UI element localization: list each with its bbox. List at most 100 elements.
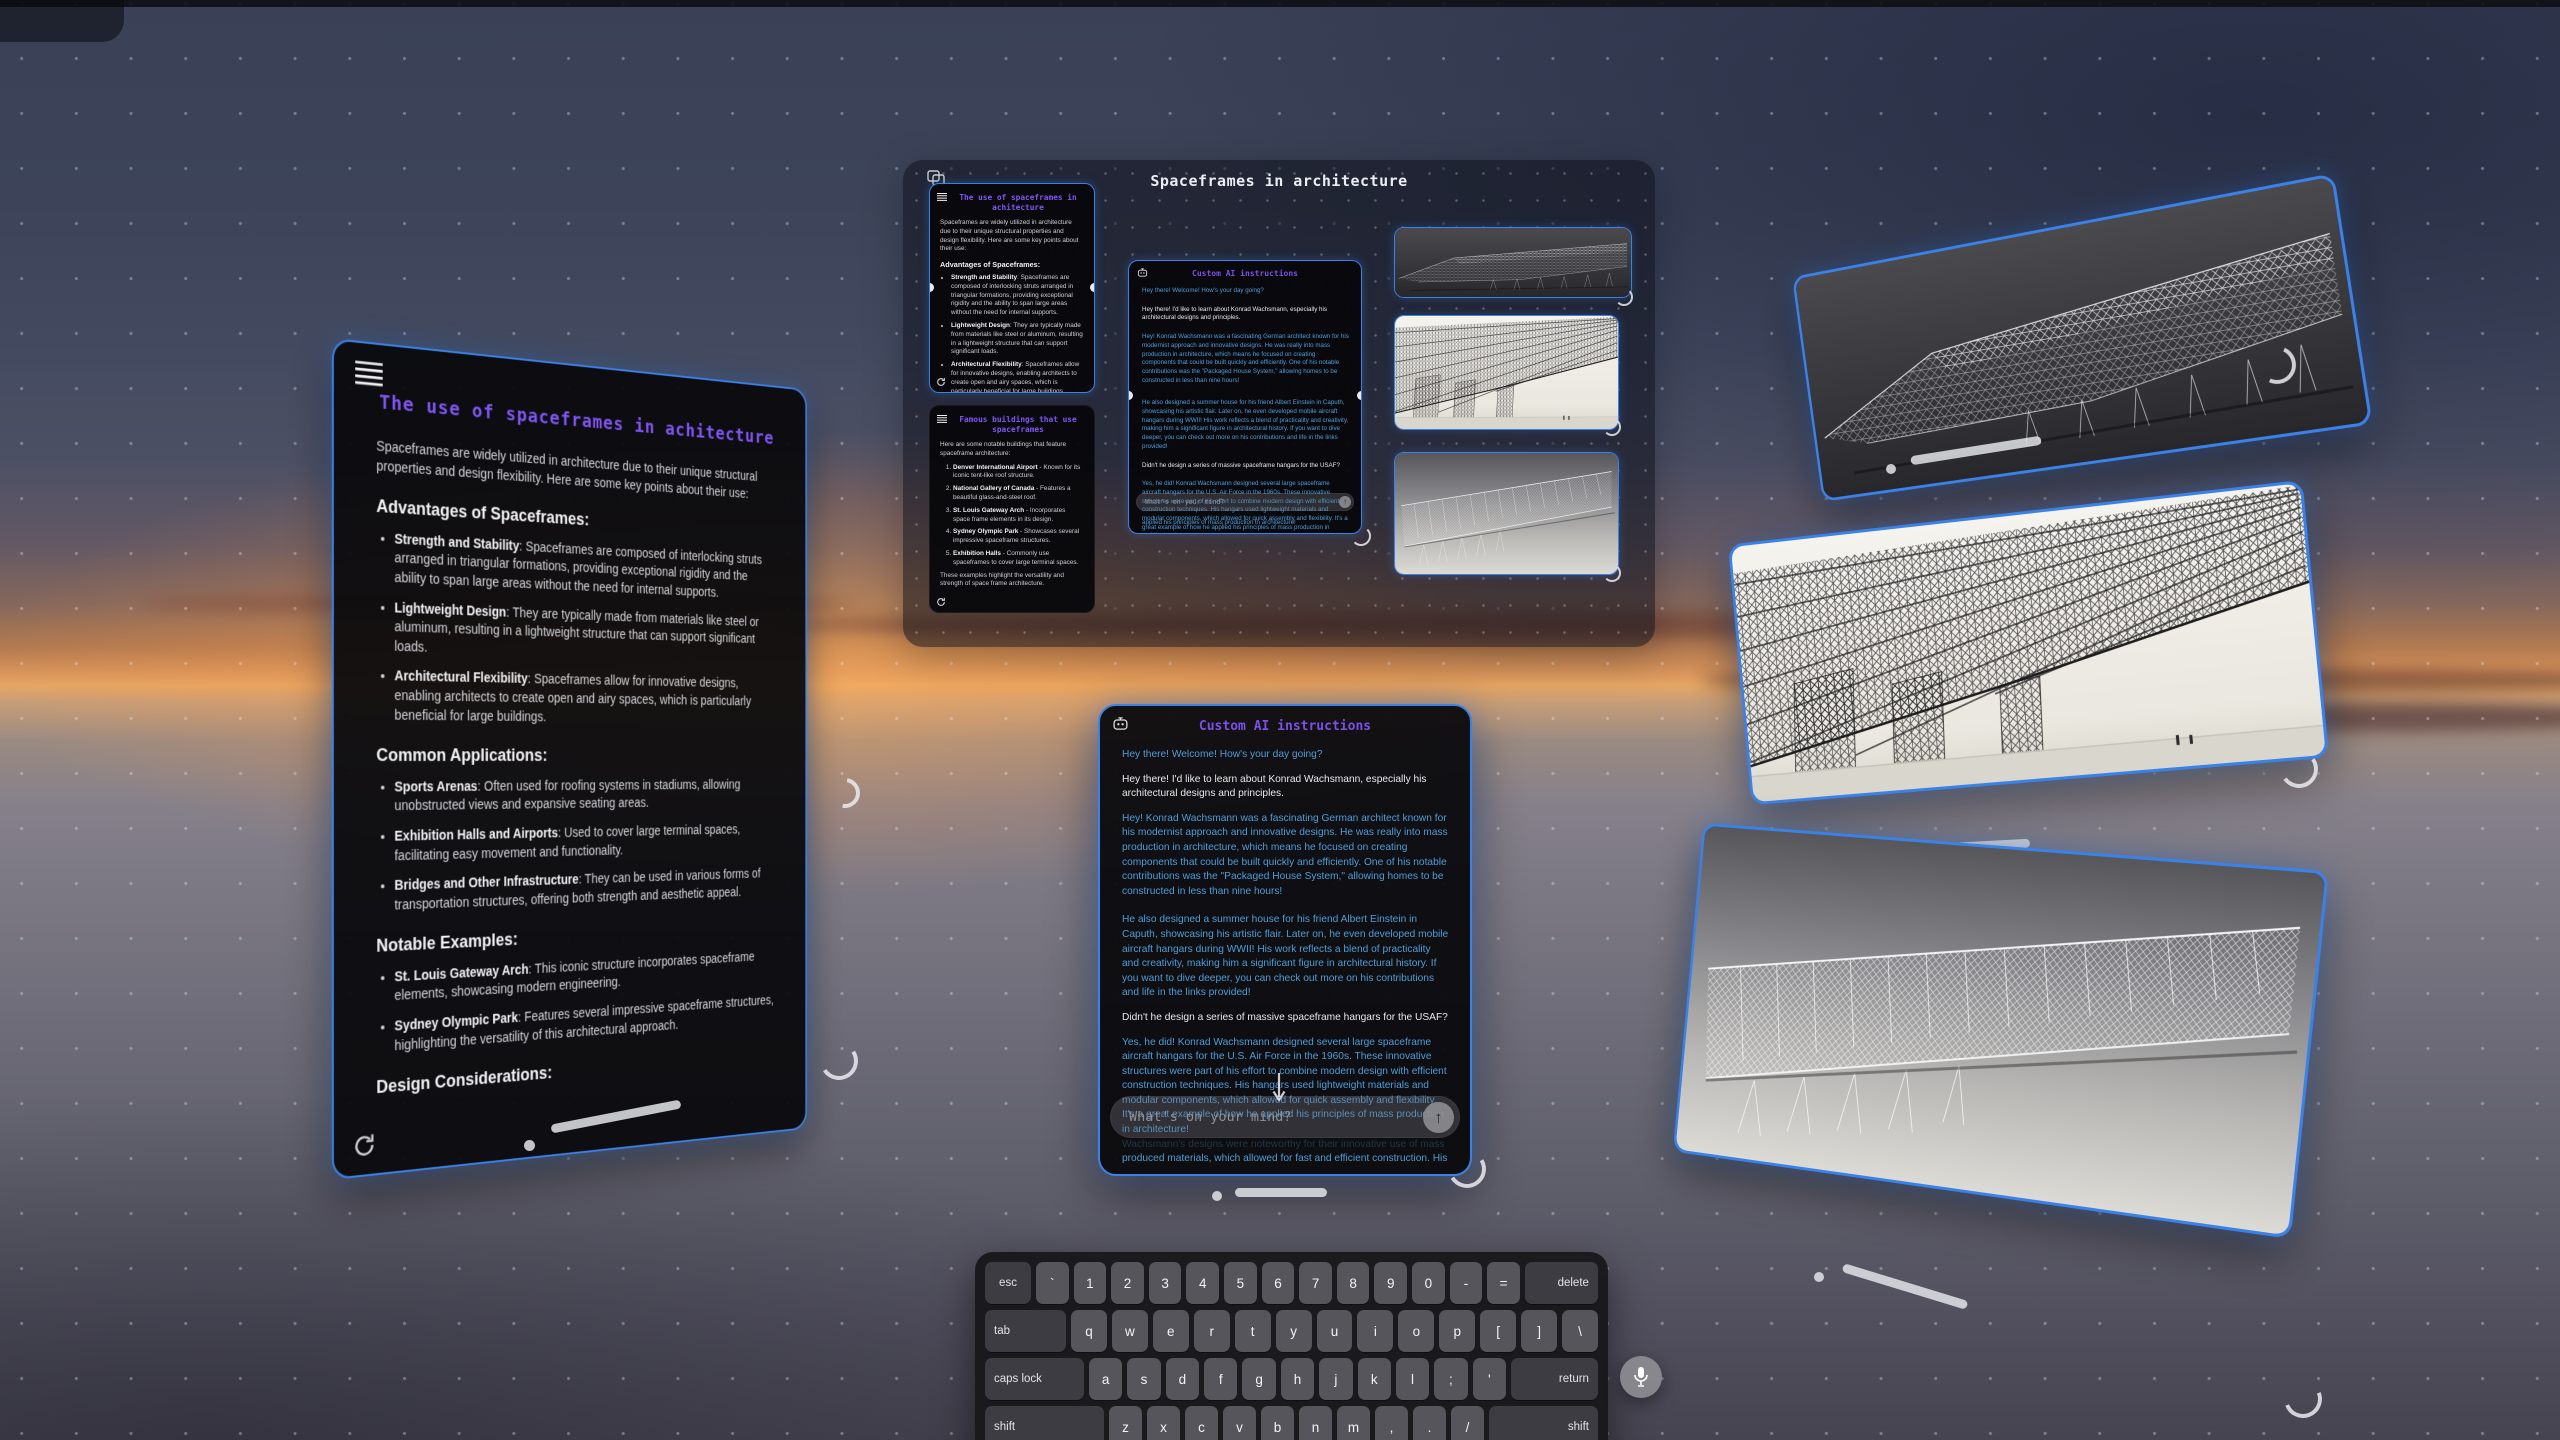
resize-arc[interactable] <box>1603 418 1621 436</box>
refresh-icon[interactable] <box>936 597 946 607</box>
key-[[interactable]: [ <box>1480 1310 1516 1352</box>
window-dot-handle[interactable] <box>1886 464 1896 474</box>
key-y[interactable]: y <box>1276 1310 1312 1352</box>
resize-arc[interactable] <box>1351 526 1371 546</box>
selection-handle-left[interactable] <box>929 283 934 292</box>
chat-panel-custom-ai[interactable]: Custom AI instructions Hey there! Welcom… <box>1098 704 1472 1176</box>
refresh-icon[interactable] <box>352 1132 376 1160</box>
key-q[interactable]: q <box>1071 1310 1107 1352</box>
mini-note-spaceframes[interactable]: The use of spaceframes in achitecture Sp… <box>929 183 1095 393</box>
key-a[interactable]: a <box>1089 1358 1122 1400</box>
mini-image-truss-drawing[interactable] <box>1394 452 1619 575</box>
key--[interactable]: - <box>1450 1262 1483 1304</box>
key-/[interactable]: / <box>1451 1406 1484 1440</box>
key-5[interactable]: 5 <box>1224 1262 1257 1304</box>
key-g[interactable]: g <box>1242 1358 1275 1400</box>
selection-handle-left[interactable] <box>1128 391 1133 400</box>
note-bullet: Strength and Stability: Spaceframes are … <box>394 530 776 605</box>
window-dot-handle[interactable] <box>1814 1272 1824 1282</box>
key-return[interactable]: return <box>1511 1358 1598 1400</box>
note-list-item: Sydney Olympic Park - Showcases several … <box>953 528 1084 546</box>
key-i[interactable]: i <box>1357 1310 1393 1352</box>
refresh-icon[interactable] <box>936 377 946 387</box>
virtual-keyboard[interactable]: esc`1234567890-=deletetabqwertyuiop[]\ca… <box>975 1252 1608 1440</box>
key-e[interactable]: e <box>1153 1310 1189 1352</box>
note-section-heading: Advantages of Spaceframes: <box>940 261 1084 270</box>
key-`[interactable]: ` <box>1036 1262 1069 1304</box>
key-k[interactable]: k <box>1358 1358 1391 1400</box>
menu-icon[interactable] <box>937 415 947 423</box>
key-t[interactable]: t <box>1235 1310 1271 1352</box>
key-s[interactable]: s <box>1127 1358 1160 1400</box>
note-bullet: Bridges and Other Infrastructure: They c… <box>394 865 776 915</box>
key-0[interactable]: 0 <box>1412 1262 1445 1304</box>
key-delete[interactable]: delete <box>1525 1262 1598 1304</box>
key-v[interactable]: v <box>1223 1406 1256 1440</box>
key-o[interactable]: o <box>1398 1310 1434 1352</box>
mini-chat-placeholder: What's on your mind? <box>1145 498 1224 506</box>
key-7[interactable]: 7 <box>1299 1262 1332 1304</box>
resize-arc[interactable] <box>1615 288 1633 306</box>
selection-handle-right[interactable] <box>1090 283 1095 292</box>
key-=[interactable]: = <box>1487 1262 1520 1304</box>
key-.[interactable]: . <box>1413 1406 1446 1440</box>
key-u[interactable]: u <box>1317 1310 1353 1352</box>
key-caps-lock[interactable]: caps lock <box>985 1358 1084 1400</box>
key-h[interactable]: h <box>1281 1358 1314 1400</box>
note-panel-spaceframes[interactable]: The use of spaceframes in achitecture Sp… <box>332 338 807 1180</box>
menu-icon[interactable] <box>354 360 383 387</box>
chat-message-user: Didn't he design a series of massive spa… <box>1122 1011 1450 1026</box>
menu-icon[interactable] <box>937 193 947 201</box>
key-6[interactable]: 6 <box>1262 1262 1295 1304</box>
key-][interactable]: ] <box>1521 1310 1557 1352</box>
key-8[interactable]: 8 <box>1337 1262 1370 1304</box>
key-,[interactable]: , <box>1375 1406 1408 1440</box>
key-d[interactable]: d <box>1166 1358 1199 1400</box>
note-intro: Here are some notable buildings that fea… <box>940 441 1084 459</box>
key-\[interactable]: \ <box>1562 1310 1598 1352</box>
resize-arc[interactable] <box>1603 564 1621 582</box>
note-bullet: Architectural Flexibility: Spaceframes a… <box>394 667 776 728</box>
key-shift[interactable]: shift <box>985 1406 1104 1440</box>
send-button[interactable]: ↑ <box>1423 1102 1454 1133</box>
key-4[interactable]: 4 <box>1186 1262 1219 1304</box>
key-'[interactable]: ' <box>1473 1358 1506 1400</box>
microphone-icon <box>1633 1366 1649 1388</box>
key-l[interactable]: l <box>1396 1358 1429 1400</box>
key-2[interactable]: 2 <box>1111 1262 1144 1304</box>
mini-note-famous-buildings[interactable]: Famous buildings that use spaceframes He… <box>929 405 1095 613</box>
key-c[interactable]: c <box>1185 1406 1218 1440</box>
key-w[interactable]: w <box>1112 1310 1148 1352</box>
key-n[interactable]: n <box>1299 1406 1332 1440</box>
mini-image-wireframe-hangar[interactable] <box>1394 227 1632 298</box>
key-f[interactable]: f <box>1204 1358 1237 1400</box>
key-3[interactable]: 3 <box>1149 1262 1182 1304</box>
key-x[interactable]: x <box>1147 1406 1180 1440</box>
chat-input[interactable]: What's on your mind? ↑ <box>1110 1096 1460 1138</box>
key-m[interactable]: m <box>1337 1406 1370 1440</box>
mini-chat-input[interactable]: What's on your mind? ↑ <box>1136 493 1354 511</box>
chat-message-user: Hey there! I'd like to learn about Konra… <box>1122 773 1450 802</box>
key-1[interactable]: 1 <box>1074 1262 1107 1304</box>
window-move-bar[interactable] <box>1235 1188 1327 1197</box>
note-section-heading: Common Applications: <box>376 746 776 765</box>
key-b[interactable]: b <box>1261 1406 1294 1440</box>
send-button[interactable]: ↑ <box>1339 496 1351 508</box>
key-tab[interactable]: tab <box>985 1310 1066 1352</box>
key-shift[interactable]: shift <box>1489 1406 1598 1440</box>
key-esc[interactable]: esc <box>985 1262 1031 1304</box>
key-r[interactable]: r <box>1194 1310 1230 1352</box>
window-dot-handle[interactable] <box>524 1140 535 1151</box>
key-z[interactable]: z <box>1109 1406 1142 1440</box>
window-dot-handle[interactable] <box>1212 1191 1222 1201</box>
key-j[interactable]: j <box>1319 1358 1352 1400</box>
mini-chat-panel[interactable]: Custom AI instructions Hey there! Welcom… <box>1128 260 1362 534</box>
key-9[interactable]: 9 <box>1374 1262 1407 1304</box>
key-p[interactable]: p <box>1439 1310 1475 1352</box>
note-bullet: Sports Arenas: Often used for roofing sy… <box>394 776 776 816</box>
minimap-overview-panel[interactable]: Spaceframes in architecture The use of s… <box>903 160 1655 647</box>
key-;[interactable]: ; <box>1434 1358 1467 1400</box>
microphone-button[interactable] <box>1620 1356 1662 1398</box>
mini-image-hangar-photo[interactable] <box>1394 315 1619 430</box>
selection-handle-right[interactable] <box>1357 391 1362 400</box>
